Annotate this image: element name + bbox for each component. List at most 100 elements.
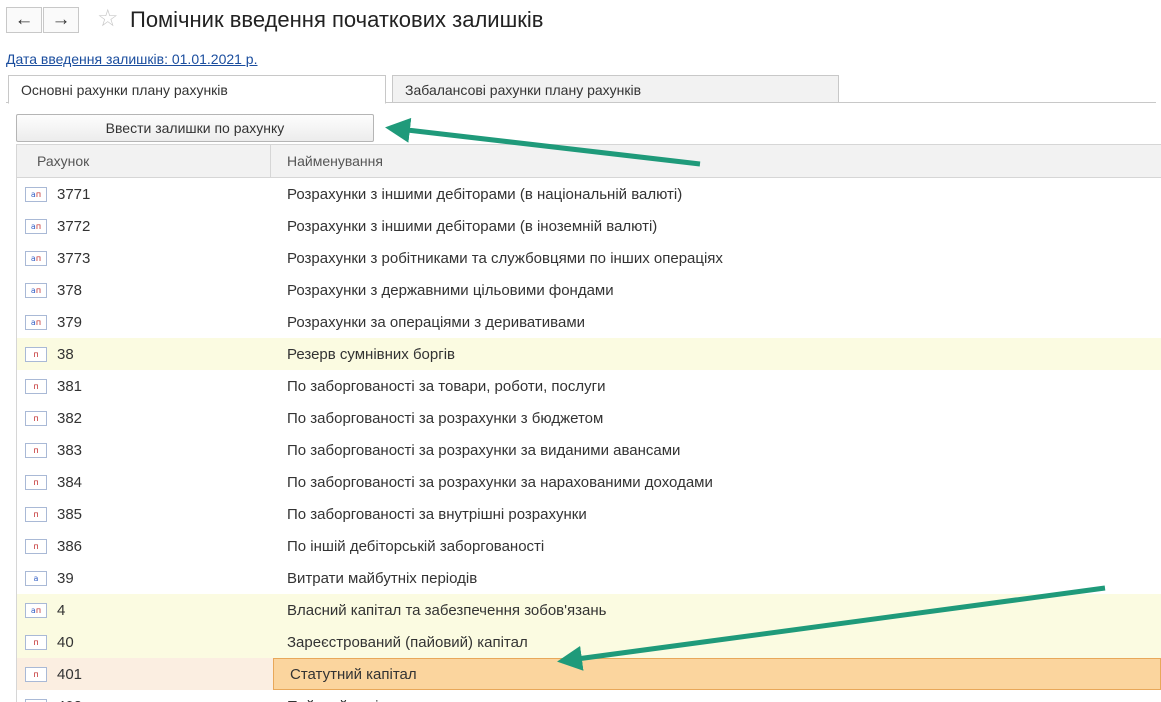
account-code-cell: ап 4	[17, 594, 271, 626]
account-type-icon: п	[25, 506, 47, 522]
account-code: 40	[57, 633, 74, 651]
arrow-left-icon: ←	[14, 9, 34, 30]
account-type-icon: ап	[25, 186, 47, 202]
table-row[interactable]: ап 3772 Розрахунки з іншими дебіторами (в …	[17, 210, 1161, 242]
account-code-cell: п 382	[17, 402, 271, 434]
account-code-cell: п 381	[17, 370, 271, 402]
account-type-icon: ап	[25, 218, 47, 234]
account-code-cell: п 38	[17, 338, 271, 370]
account-name: По іншій дебіторській заборгованості	[287, 537, 545, 555]
account-type-icon: п	[25, 442, 47, 458]
account-type-icon: п	[25, 410, 47, 426]
account-code: 401	[57, 665, 83, 683]
account-type-icon: п	[25, 474, 47, 490]
account-type-icon: ап	[25, 602, 47, 618]
account-type-icon: а	[25, 570, 47, 586]
table-row[interactable]: ап 379 Розрахунки за операціями з деривати…	[17, 306, 1161, 338]
account-name: Розрахунки з робітниками та службовцями …	[287, 249, 723, 267]
account-code: 386	[57, 537, 83, 555]
account-name: По заборгованості за розрахунки з бюджет…	[287, 409, 604, 427]
table-row[interactable]: п 385 По заборгованості за внутрішні розра…	[17, 498, 1161, 530]
account-name: По заборгованості за розрахунки за нарах…	[287, 473, 713, 491]
forward-button[interactable]: →	[43, 7, 79, 33]
table-row[interactable]: ап 3771 Розрахунки з іншими дебіторами (в …	[17, 178, 1161, 210]
back-button[interactable]: ←	[6, 7, 42, 33]
table-row[interactable]: ап 378 Розрахунки з державними цільовими ф…	[17, 274, 1161, 306]
title-bar: ← → ☆ Помічник введення початкових залиш…	[0, 0, 1161, 44]
table-row[interactable]: п 382 По заборгованості за розрахунки з бю…	[17, 402, 1161, 434]
account-code: 402	[57, 698, 82, 702]
account-name: Резерв сумнівних боргів	[287, 345, 455, 363]
tab-bar: Основні рахунки плану рахунків Забалансо…	[6, 75, 1156, 104]
table-row[interactable]: а 39 Витрати майбутніх періодів	[17, 562, 1161, 594]
favorite-star-icon[interactable]: ☆	[97, 5, 119, 33]
account-code: 4	[57, 601, 66, 619]
table-row[interactable]: п 38 Резерв сумнівних боргів	[17, 338, 1161, 370]
account-type-icon: п	[25, 378, 47, 394]
account-code: 38	[57, 345, 74, 363]
account-name: Статутний капітал	[273, 658, 1161, 690]
account-name: По заборгованості за внутрішні розрахунк…	[287, 505, 587, 523]
account-name: По заборгованості за розрахунки за видан…	[287, 441, 681, 459]
account-code-cell: ап 3771	[17, 178, 271, 210]
account-name: Витрати майбутніх періодів	[287, 569, 478, 587]
table-row[interactable]: п 386 По іншій дебіторській заборгованості	[17, 530, 1161, 562]
account-code: 3772	[57, 217, 91, 235]
account-name: Розрахунки за операціями з деривативами	[287, 313, 586, 331]
account-code-cell: п 386	[17, 530, 271, 562]
table-row[interactable]: ап 4 Власний капітал та забезпечення зобов…	[17, 594, 1161, 626]
account-type-icon: п	[25, 666, 47, 682]
account-type-icon: ап	[25, 314, 47, 330]
account-code: 383	[57, 441, 83, 459]
table-header: Рахунок Найменування	[17, 145, 1161, 178]
account-code-cell: п 401	[17, 658, 271, 690]
account-code-cell: п 402	[17, 690, 271, 702]
account-type-icon: п	[25, 538, 47, 554]
table-row[interactable]: п 381 По заборгованості за товари, роботи,…	[17, 370, 1161, 402]
tab-off-balance-accounts[interactable]: Забалансові рахунки плану рахунків	[392, 75, 839, 103]
arrow-right-icon: →	[51, 9, 71, 30]
account-type-icon: п	[25, 634, 47, 650]
account-type-icon: ап	[25, 282, 47, 298]
table-row[interactable]: п 402 Пайовий капітал	[17, 690, 1161, 702]
table-row[interactable]: п 384 По заборгованості за розрахунки за н…	[17, 466, 1161, 498]
account-code-cell: п 383	[17, 434, 271, 466]
table-row[interactable]: п 40 Зареєстрований (пайовий) капітал	[17, 626, 1161, 658]
account-code: 384	[57, 473, 83, 491]
account-name: Розрахунки з іншими дебіторами (в націон…	[287, 185, 683, 203]
account-type-icon: п	[25, 346, 47, 362]
account-code-cell: ап 379	[17, 306, 271, 338]
account-code: 382	[57, 409, 83, 427]
tab-main-accounts[interactable]: Основні рахунки плану рахунків	[8, 75, 386, 104]
account-code-cell: ап 3773	[17, 242, 271, 274]
account-type-icon: ап	[25, 250, 47, 266]
account-code: 381	[57, 377, 83, 395]
table-body: ап 3771 Розрахунки з іншими дебіторами (в …	[17, 178, 1161, 702]
account-code-cell: ап 378	[17, 274, 271, 306]
account-code: 379	[57, 313, 83, 331]
account-type-icon: п	[25, 698, 47, 702]
account-name: Пайовий капітал	[271, 690, 1161, 702]
account-name: Зареєстрований (пайовий) капітал	[287, 633, 528, 651]
column-header-account[interactable]: Рахунок	[17, 145, 271, 177]
account-name: Розрахунки з іншими дебіторами (в інозем…	[287, 217, 658, 235]
account-code: 378	[57, 281, 83, 299]
enter-balances-button[interactable]: Ввести залишки по рахунку	[16, 114, 374, 142]
account-code-cell: п 384	[17, 466, 271, 498]
account-code-cell: ап 3772	[17, 210, 271, 242]
accounts-table: Рахунок Найменування ап 3771 Розрахунки з …	[16, 144, 1161, 702]
account-name: По заборгованості за товари, роботи, пос…	[287, 377, 606, 395]
account-code: 385	[57, 505, 83, 523]
table-row[interactable]: п 383 По заборгованості за розрахунки за в…	[17, 434, 1161, 466]
account-code-cell: а 39	[17, 562, 271, 594]
table-row[interactable]: ап 3773 Розрахунки з робітниками та службо…	[17, 242, 1161, 274]
account-name: Власний капітал та забезпечення зобов'яз…	[287, 601, 607, 619]
balance-date-link[interactable]: Дата введення залишків: 01.01.2021 р.	[6, 51, 258, 67]
account-code: 3773	[57, 249, 91, 267]
account-code: 39	[57, 569, 74, 587]
account-name: Розрахунки з державними цільовими фондам…	[287, 281, 614, 299]
account-code-cell: п 40	[17, 626, 271, 658]
column-header-name[interactable]: Найменування	[271, 145, 1161, 177]
account-code-cell: п 385	[17, 498, 271, 530]
table-row[interactable]: п 401 Статутний капітал	[17, 658, 1161, 690]
